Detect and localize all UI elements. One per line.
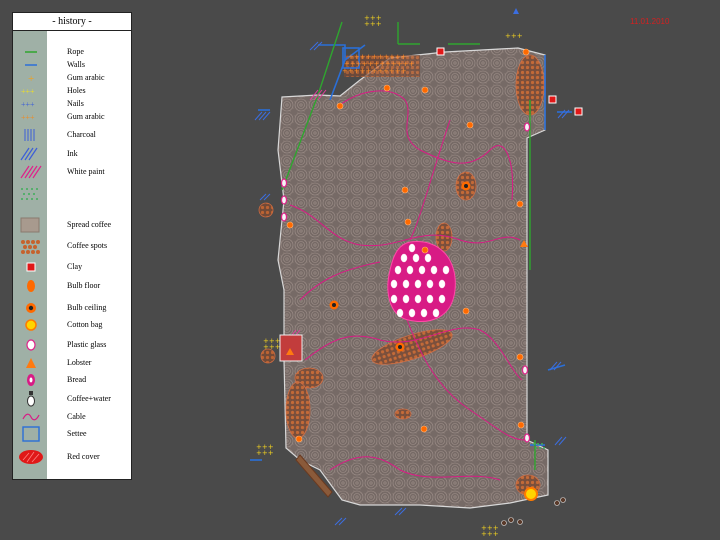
timestamp: 11.01.2010 bbox=[630, 17, 670, 26]
legend-label: Cotton bag bbox=[67, 320, 103, 329]
legend-label: Ink bbox=[67, 149, 78, 158]
legend-label: Plastic glass bbox=[67, 340, 107, 349]
svg-text:+++: +++ bbox=[364, 20, 382, 28]
legend-label: Nails bbox=[67, 99, 84, 108]
legend-item-coffee-spots: Coffee spots bbox=[13, 239, 131, 254]
legend-label: Gum arabic bbox=[67, 73, 105, 82]
svg-text:+++: +++ bbox=[21, 113, 35, 122]
legend-label: Walls bbox=[67, 60, 86, 69]
ink-icon bbox=[20, 147, 38, 161]
legend-label: Bulb floor bbox=[67, 281, 101, 290]
legend-label: Red cover bbox=[67, 452, 100, 461]
legend-item-gum-arabic-2: +++ Gum arabic bbox=[13, 110, 131, 124]
gum-arabic-orange-marks: ++++++++++ ++++++++++++ +++++++++++ bbox=[342, 53, 415, 75]
legend-label: Coffee spots bbox=[67, 241, 108, 250]
legend-item-plastic-glass: Plastic glass bbox=[13, 338, 131, 352]
bread-cluster bbox=[387, 241, 456, 322]
legend-item-clay: Clay bbox=[13, 260, 131, 274]
clay-icon bbox=[26, 262, 36, 272]
legend-label: White paint bbox=[67, 167, 105, 176]
cable-icon bbox=[22, 413, 40, 421]
top-marker bbox=[513, 8, 519, 14]
legend-label: Charcoal bbox=[67, 130, 96, 139]
legend-item-cotton-bag: Cotton bag bbox=[13, 318, 131, 332]
legend-panel: - history - Rope Walls + Gum arabic +++ … bbox=[12, 12, 132, 480]
cotton-bag-icon bbox=[25, 319, 37, 331]
legend-item-charcoal: Charcoal bbox=[13, 128, 131, 142]
legend-label: Bulb ceiling bbox=[67, 303, 107, 312]
plastic-glass-icon bbox=[26, 339, 36, 351]
svg-text:+++: +++ bbox=[505, 32, 523, 40]
svg-text:+++++++++++: +++++++++++ bbox=[342, 67, 407, 75]
legend-item-bread: Bread bbox=[13, 373, 131, 387]
legend-item-lobster: Lobster bbox=[13, 356, 131, 370]
spread-coffee-icon bbox=[20, 217, 40, 233]
coffee-water-icon bbox=[27, 391, 35, 407]
cotton-bag-marker bbox=[524, 487, 538, 501]
svg-text:+++: +++ bbox=[263, 343, 281, 351]
legend-item-cable: Cable bbox=[13, 410, 131, 424]
legend-item-ink: Ink bbox=[13, 147, 131, 161]
legend-title: - history - bbox=[13, 13, 131, 31]
legend-label: Clay bbox=[67, 262, 83, 271]
legend-label: Lobster bbox=[67, 358, 92, 367]
gum-arabic-dots-icon: +++ bbox=[21, 113, 35, 122]
bulb-ceiling-icon bbox=[26, 303, 36, 313]
legend-label: Settee bbox=[67, 429, 87, 438]
red-cover-icon bbox=[19, 450, 43, 464]
legend-label: Gum arabic bbox=[67, 112, 105, 121]
settee-icon bbox=[22, 426, 40, 442]
charcoal-icon bbox=[24, 129, 35, 141]
legend-label: Coffee+water bbox=[67, 394, 111, 403]
legend-item-coffee-water: Coffee+water bbox=[13, 391, 131, 407]
legend-item-red-cover: Red cover bbox=[13, 450, 131, 464]
legend-item-spread-coffee: Spread coffee bbox=[13, 217, 131, 233]
svg-text:+++: +++ bbox=[256, 449, 274, 457]
legend-item-green-pattern bbox=[13, 187, 131, 201]
legend-label: Cable bbox=[67, 412, 86, 421]
lobster-icon bbox=[26, 358, 36, 368]
svg-text:+++: +++ bbox=[481, 530, 499, 538]
green-pattern-icon bbox=[21, 188, 38, 200]
white-paint-icon bbox=[20, 165, 42, 179]
legend-item-settee: Settee bbox=[13, 426, 131, 442]
legend-label: Holes bbox=[67, 86, 86, 95]
legend-label: Rope bbox=[67, 47, 84, 56]
coffee-spots-icon bbox=[21, 240, 40, 254]
bulb-floor-icon bbox=[27, 280, 35, 292]
legend-item-bulb-ceiling: Bulb ceiling bbox=[13, 301, 131, 315]
legend-item-bulb-floor: Bulb floor bbox=[13, 279, 131, 293]
legend-label: Spread coffee bbox=[67, 220, 112, 229]
bread-icon bbox=[27, 374, 35, 386]
legend-item-white-paint: White paint bbox=[13, 165, 131, 179]
legend-label: Bread bbox=[67, 375, 87, 384]
